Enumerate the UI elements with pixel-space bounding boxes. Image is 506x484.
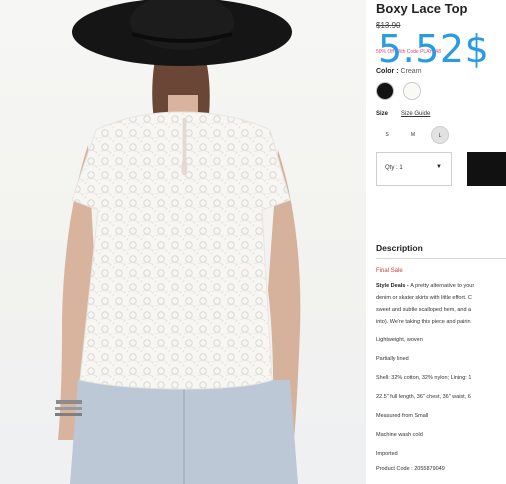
overlay-price: 5.52$	[378, 27, 490, 71]
description-heading: Description	[376, 243, 423, 253]
detail-item: 22.5" full length, 36" chest, 36" waist,…	[376, 394, 471, 400]
detail-item: Lightweight, woven	[376, 337, 423, 343]
product-title: Boxy Lace Top	[376, 1, 468, 16]
description-line-2: denim or skater skirts with little effor…	[376, 295, 472, 301]
add-to-bag-button[interactable]	[467, 152, 506, 186]
detail-item: Measured from Small	[376, 413, 429, 419]
product-code: Product Code : 2055879049	[376, 466, 445, 472]
quantity-value: Qty : 1	[385, 165, 403, 171]
swatch-black[interactable]	[376, 82, 394, 100]
final-sale-label: Final Sale	[376, 268, 403, 274]
size-option-m[interactable]: M	[404, 126, 422, 144]
description-lead-text: A pretty alternative to your	[410, 283, 475, 289]
chevron-down-icon: ▼	[436, 164, 442, 170]
description-line-1: Style Deals - A pretty alternative to yo…	[376, 280, 506, 292]
detail-item: Imported	[376, 451, 398, 457]
product-photo	[0, 0, 366, 484]
detail-item: Shell: 32% cotton, 32% nylon; Lining: 1	[376, 375, 472, 381]
swatch-cream[interactable]	[403, 82, 421, 100]
divider	[376, 258, 506, 259]
description-line-3: sweet and subtle scalloped hem, and a	[376, 307, 472, 313]
quantity-select[interactable]: Qty : 1 ▼	[376, 152, 452, 186]
size-option-s[interactable]: S	[378, 126, 396, 144]
detail-item: Machine wash cold	[376, 432, 423, 438]
description-line-4: into). We're taking this piece and pairi…	[376, 319, 471, 325]
size-option-l[interactable]: L	[431, 126, 449, 144]
detail-item: Partially lined	[376, 356, 409, 362]
size-label: Size	[376, 111, 389, 117]
model-illustration	[55, 0, 301, 484]
style-deals-label: Style Deals -	[376, 283, 411, 289]
description-copy: Style Deals - A pretty alternative to yo…	[376, 280, 506, 328]
size-guide-link[interactable]: Size Guide	[401, 111, 430, 117]
product-info-panel: Boxy Lace Top $13.90 50% Off With Code P…	[376, 0, 506, 484]
